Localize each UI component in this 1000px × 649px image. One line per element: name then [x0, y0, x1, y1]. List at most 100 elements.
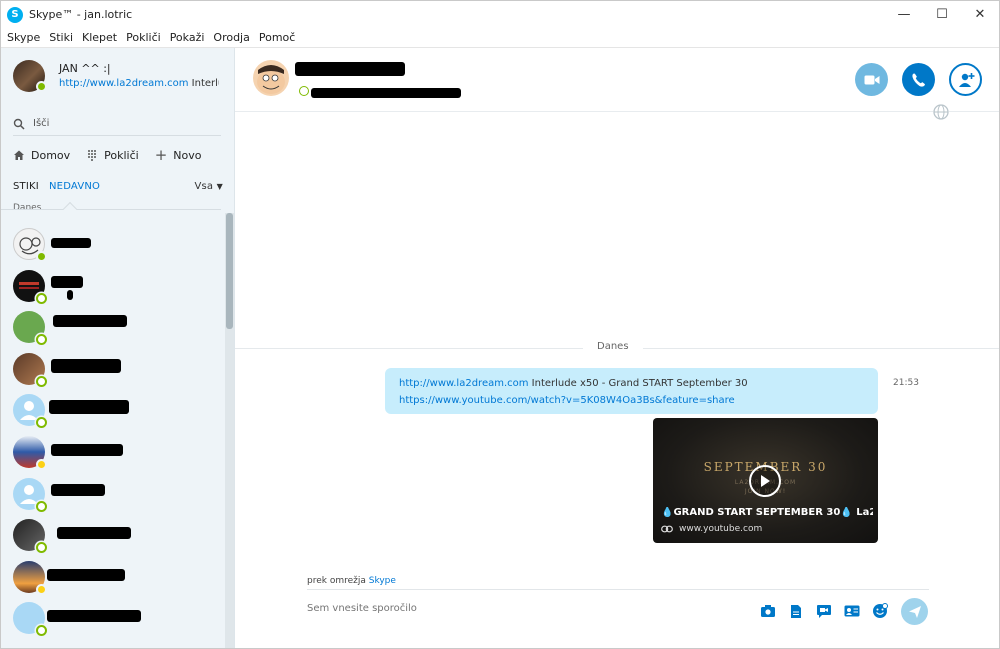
- plus-icon: +: [154, 146, 168, 164]
- redacted-name: [295, 62, 405, 76]
- menu-contacts[interactable]: Stiki: [49, 31, 73, 44]
- filter-dropdown[interactable]: Vsa ▼: [194, 181, 223, 192]
- message-bubble[interactable]: http://www.la2dream.com Interlude x50 - …: [385, 368, 878, 414]
- maximize-button[interactable]: ☐: [923, 1, 961, 28]
- day-label: Danes: [583, 341, 643, 352]
- online-status-icon: [36, 251, 47, 262]
- mood-link[interactable]: http://www.la2dream.com: [59, 78, 189, 89]
- list-item[interactable]: [1, 474, 225, 516]
- redacted-name: [51, 358, 121, 373]
- online-status-icon: [36, 417, 47, 429]
- redacted-name: [51, 238, 91, 248]
- preview-domain-row: www.youtube.com: [661, 524, 762, 534]
- send-contact-button[interactable]: [843, 602, 861, 620]
- emoticon-button[interactable]: [871, 602, 889, 620]
- audio-call-button[interactable]: [902, 63, 935, 96]
- nav-home[interactable]: Domov: [13, 149, 70, 162]
- file-icon: [791, 604, 801, 618]
- skype-window: S Skype™ - jan.lotric — ☐ ✕ Skype Stiki …: [0, 0, 1000, 649]
- active-tab-indicator: [62, 201, 78, 217]
- menu-tools[interactable]: Orodja: [213, 31, 249, 44]
- add-person-icon: [958, 72, 974, 87]
- away-status-icon: [36, 583, 47, 595]
- minimize-button[interactable]: —: [885, 1, 923, 28]
- video-call-button[interactable]: [855, 63, 888, 96]
- video-message-button[interactable]: [815, 602, 833, 620]
- message-timestamp: 21:53: [893, 378, 919, 388]
- menu-bar: Skype Stiki Klepet Pokliči Pokaži Orodja…: [1, 28, 999, 48]
- message-link-1[interactable]: http://www.la2dream.com: [399, 378, 529, 389]
- online-status-icon: [36, 292, 47, 304]
- conversation-pane: Danes http://www.la2dream.com Interlude …: [235, 48, 999, 648]
- contact-list: [1, 224, 225, 640]
- redacted-name: [51, 483, 105, 496]
- menu-help[interactable]: Pomoč: [259, 31, 295, 44]
- list-item[interactable]: [1, 266, 225, 308]
- avatar[interactable]: [253, 60, 289, 96]
- mood-text: Interlude x50 - Grand START September 30: [191, 78, 219, 89]
- add-people-button[interactable]: [949, 63, 982, 96]
- window-title: Skype™ - jan.lotric: [29, 8, 133, 21]
- title-bar: S Skype™ - jan.lotric — ☐ ✕: [1, 1, 999, 28]
- redacted-name: [47, 568, 125, 581]
- online-status-icon: [36, 334, 47, 346]
- list-item[interactable]: [1, 307, 225, 349]
- video-message-icon: [817, 604, 831, 618]
- menu-conversations[interactable]: Klepet: [82, 31, 117, 44]
- online-status-icon: [36, 542, 47, 554]
- redacted-name: [49, 400, 129, 415]
- play-button[interactable]: [749, 465, 781, 497]
- menu-view[interactable]: Pokaži: [170, 31, 205, 44]
- online-status-icon: [36, 500, 47, 512]
- redacted-name: [67, 289, 73, 300]
- menu-call[interactable]: Pokliči: [126, 31, 161, 44]
- nav-call[interactable]: Pokliči: [86, 149, 139, 162]
- recent-group-label: Danes: [13, 203, 42, 213]
- send-file-button[interactable]: [787, 602, 805, 620]
- tabs-divider: [1, 209, 221, 210]
- close-button[interactable]: ✕: [961, 1, 999, 28]
- contact-list-scrollbar[interactable]: [225, 213, 234, 648]
- list-item[interactable]: [1, 432, 225, 474]
- dialpad-icon: [88, 150, 97, 161]
- tab-contacts[interactable]: STIKI: [13, 181, 39, 192]
- scrollbar-thumb[interactable]: [226, 213, 233, 329]
- image-icon: [761, 605, 775, 617]
- message-link-2[interactable]: https://www.youtube.com/watch?v=5K08W4Oa…: [399, 395, 735, 406]
- nav-call-label: Pokliči: [104, 148, 139, 162]
- skype-logo-icon: S: [7, 6, 23, 23]
- message-line-2: https://www.youtube.com/watch?v=5K08W4Oa…: [399, 392, 864, 409]
- home-icon: [14, 150, 24, 160]
- redacted-name: [47, 610, 141, 623]
- preview-domain: www.youtube.com: [679, 524, 763, 534]
- list-item[interactable]: [1, 390, 225, 432]
- sidebar-nav: Domov Pokliči + Novo: [13, 146, 218, 164]
- send-arrow-icon: [908, 605, 921, 618]
- list-item[interactable]: [1, 515, 225, 557]
- compose-divider: [307, 589, 929, 590]
- message-input[interactable]: [307, 603, 707, 614]
- link-icon: [661, 525, 673, 533]
- conversation-header: [235, 48, 999, 120]
- via-skype-link[interactable]: Skype: [369, 576, 396, 586]
- profile-area[interactable]: JAN ^^ :| http://www.la2dream.com Interl…: [1, 48, 234, 110]
- filter-label: Vsa: [194, 181, 214, 192]
- send-button[interactable]: [901, 598, 928, 625]
- globe-icon[interactable]: [933, 104, 949, 120]
- search-field[interactable]: Išči: [13, 112, 221, 136]
- menu-skype[interactable]: Skype: [7, 31, 40, 44]
- list-item[interactable]: [1, 349, 225, 391]
- list-item[interactable]: [1, 557, 225, 599]
- search-icon: [13, 118, 25, 130]
- play-icon: [761, 475, 770, 487]
- send-photo-button[interactable]: [759, 602, 777, 620]
- nav-new[interactable]: + Novo: [155, 146, 202, 164]
- phone-icon: [911, 73, 925, 87]
- list-item[interactable]: [1, 224, 225, 266]
- chevron-down-icon: ▼: [216, 182, 223, 191]
- list-item[interactable]: [1, 598, 225, 640]
- link-preview-card[interactable]: SEPTEMBER 30 LA2DREAM.COM JOIN NOW! 💧GRA…: [653, 418, 878, 543]
- online-status-icon: [36, 81, 47, 92]
- tab-recent[interactable]: NEDAVNO: [49, 181, 100, 192]
- profile-mood[interactable]: http://www.la2dream.com Interlude x50 - …: [59, 78, 219, 89]
